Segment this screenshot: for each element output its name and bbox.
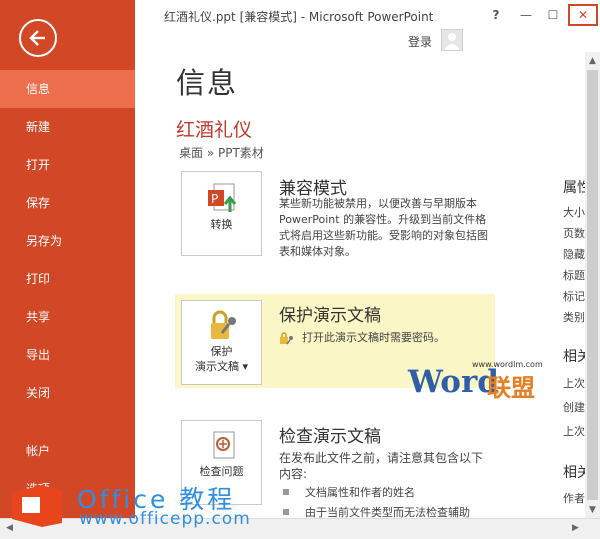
page-title: 信息: [176, 66, 239, 100]
date-label: 创建时间: [563, 401, 585, 414]
watermark-lianmeng: 联盟: [487, 374, 535, 402]
document-name: 红酒礼仪: [176, 119, 253, 141]
inspect-description: 在发布此文件之前，请注意其包含以下内容:: [279, 451, 484, 481]
convert-button[interactable]: P 转换: [181, 171, 262, 256]
protect-lock-icon: [279, 331, 295, 350]
watermark-office-url: www.officepp.com: [79, 509, 251, 529]
scroll-up-icon[interactable]: ▲: [585, 54, 600, 69]
convert-icon: P: [208, 183, 237, 212]
scroll-down-icon[interactable]: ▼: [585, 503, 600, 518]
people-label: 作者: [563, 492, 585, 505]
breadcrumb[interactable]: 桌面 » PPT素材: [179, 144, 264, 161]
back-arrow-icon: [29, 30, 45, 46]
minimize-button[interactable]: —: [513, 4, 539, 26]
protect-label-line1: 保护: [210, 345, 233, 358]
list-item: 文档属性和作者的姓名: [283, 485, 498, 505]
backstage-nav: 信息 新建 打开 保存 另存为 打印 共享 导出 关闭 帐户 选项: [0, 70, 135, 508]
nav-item-open[interactable]: 打开: [0, 146, 135, 184]
protect-description: 打开此演示文稿时需要密码。: [302, 331, 445, 344]
convert-label: 转换: [210, 218, 233, 231]
protect-title: 保护演示文稿: [279, 306, 381, 326]
property-label: 页数: [563, 227, 585, 240]
nav-item-share[interactable]: 共享: [0, 298, 135, 336]
nav-item-info[interactable]: 信息: [0, 70, 135, 108]
vertical-scroll-thumb[interactable]: [587, 70, 598, 500]
backstage-sidebar: 信息 新建 打开 保存 另存为 打印 共享 导出 关闭 帐户 选项: [0, 0, 135, 539]
property-label: 标记: [563, 290, 585, 303]
title-bar: 红酒礼仪.ppt [兼容模式] - Microsoft PowerPoint ?…: [135, 0, 600, 30]
avatar[interactable]: [441, 29, 463, 51]
property-label: 标题: [563, 269, 585, 282]
nav-item-account[interactable]: 帐户: [0, 432, 135, 470]
office-logo-icon: [12, 485, 62, 527]
nav-item-save-as[interactable]: 另存为: [0, 222, 135, 260]
nav-item-close[interactable]: 关闭: [0, 374, 135, 412]
date-label: 上次打印时间: [563, 425, 585, 438]
property-label: 类别: [563, 311, 585, 324]
nav-item-print[interactable]: 打印: [0, 260, 135, 298]
property-label: 隐藏: [563, 248, 585, 261]
close-button[interactable]: ✕: [568, 4, 598, 26]
related-people-heading: 相关人员: [563, 465, 585, 481]
properties-heading[interactable]: 属性: [563, 177, 585, 197]
back-button[interactable]: [19, 19, 57, 57]
watermark-word: Word: [408, 364, 499, 400]
maximize-button[interactable]: ☐: [540, 4, 566, 26]
lock-key-icon: [211, 310, 236, 339]
scroll-right-icon[interactable]: ▶: [568, 521, 583, 536]
property-label: 大小: [563, 206, 585, 219]
help-button[interactable]: ?: [483, 4, 509, 26]
window-title: 红酒礼仪.ppt [兼容模式] - Microsoft PowerPoint: [164, 10, 434, 24]
related-dates-heading: 相关日期: [563, 349, 585, 365]
nav-item-save[interactable]: 保存: [0, 184, 135, 222]
svg-text:P: P: [211, 192, 218, 206]
protect-label-line2: 演示文稿 ▾: [194, 360, 249, 373]
check-issues-label: 检查问题: [199, 465, 244, 478]
inspect-title: 检查演示文稿: [279, 427, 381, 447]
nav-item-new[interactable]: 新建: [0, 108, 135, 146]
user-icon: [444, 33, 460, 50]
nav-item-export[interactable]: 导出: [0, 336, 135, 374]
protect-button[interactable]: 保护 演示文稿 ▾: [181, 300, 262, 385]
date-label: 上次修改时间: [563, 377, 585, 390]
inspect-document-icon: [213, 431, 235, 459]
compat-description: 某些新功能被禁用，以便改善与早期版本 PowerPoint 的兼容性。升级到当前…: [279, 197, 488, 258]
login-link[interactable]: 登录: [408, 33, 432, 50]
